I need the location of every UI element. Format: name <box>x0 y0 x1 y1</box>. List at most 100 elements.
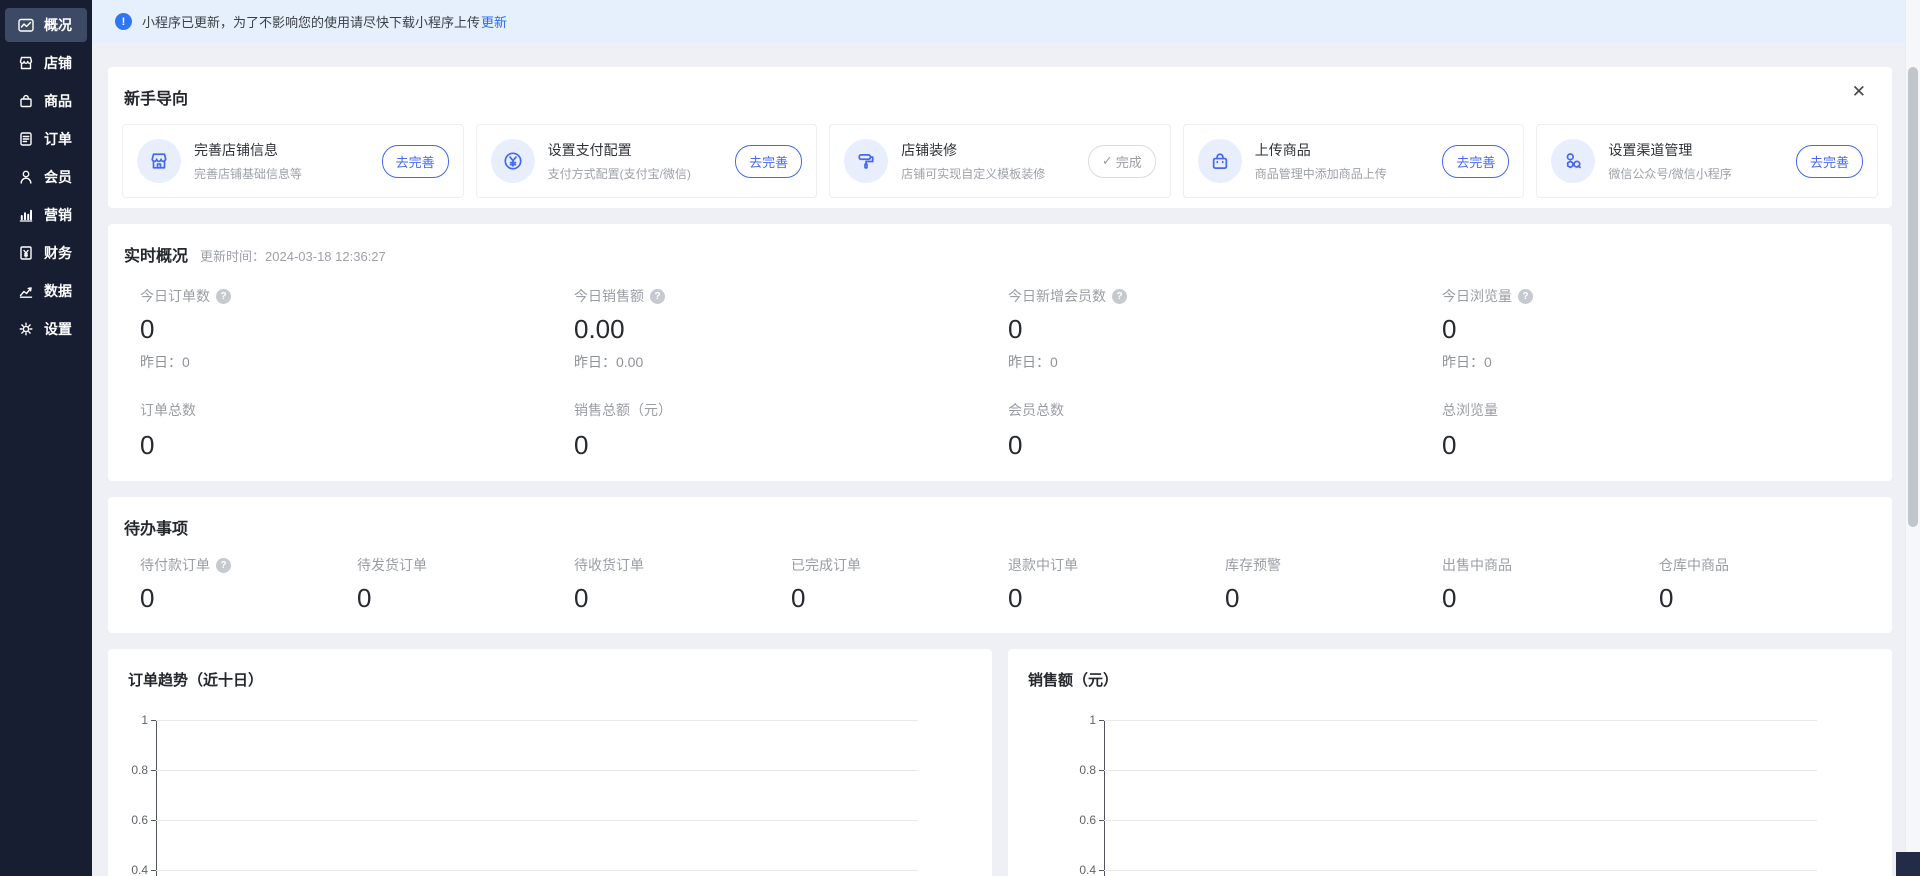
sidebar-item-overview[interactable]: 概况 <box>5 8 87 42</box>
update-time: 更新时间：2024-03-18 12:36:27 <box>200 246 386 265</box>
scrollbar-thumb[interactable] <box>1908 67 1918 527</box>
stat-total-sales: 销售总额（元） 0 <box>574 400 1008 460</box>
todo-value: 0 <box>1442 583 1659 613</box>
main-area: ! 小程序已更新，为了不影响您的使用请尽快下载小程序上传 更新 新手导向 ✕ 完… <box>92 0 1905 876</box>
guide-row: 完善店铺信息 完善店铺基础信息等 去完善 设置支付配置 支付方式配置(支付宝/微… <box>122 124 1878 198</box>
stat-total-views: 总浏览量 0 <box>1442 400 1876 460</box>
help-icon[interactable]: ? <box>1112 289 1127 304</box>
todo-item-stock-warning: 库存预警 0 <box>1225 555 1442 613</box>
sales-plot: 1 0.8 0.6 0.4 <box>1104 720 1817 876</box>
todo-item-refunding: 退款中订单 0 <box>1008 555 1225 613</box>
go-complete-button[interactable]: 去完善 <box>1442 145 1509 178</box>
stat-yesterday: 昨日：0.00 <box>574 352 1008 372</box>
sidebar-item-finance[interactable]: 财务 <box>5 236 87 270</box>
done-badge: ✓ 完成 <box>1088 145 1156 178</box>
realtime-title: 实时概况 <box>124 242 188 266</box>
goods-bag-icon <box>17 92 35 110</box>
todo-value: 0 <box>357 583 574 613</box>
content: 新手导向 ✕ 完善店铺信息 完善店铺基础信息等 去完善 <box>92 43 1905 876</box>
chart-title: 销售额（元） <box>1028 669 1872 690</box>
sidebar-item-label: 概况 <box>44 15 72 35</box>
close-icon[interactable]: ✕ <box>1852 83 1866 100</box>
guide-card-title: 完善店铺信息 <box>194 140 302 160</box>
sidebar-item-orders[interactable]: 订单 <box>5 122 87 156</box>
todo-value: 0 <box>791 583 1008 613</box>
order-trend-chart-card: 订单趋势（近十日） 1 0.8 0.6 0.4 <box>108 649 992 876</box>
guide-card-subtitle: 店铺可实现自定义模板装修 <box>901 165 1045 182</box>
todo-value: 0 <box>1659 583 1876 613</box>
chart-title: 订单趋势（近十日） <box>128 669 972 690</box>
data-trend-icon <box>17 282 35 300</box>
y-tick: 0.6 <box>116 813 148 827</box>
help-icon[interactable]: ? <box>1518 289 1533 304</box>
channels-icon <box>1551 139 1595 183</box>
guide-card-channels: 设置渠道管理 微信公众号/微信小程序 去完善 <box>1536 124 1878 198</box>
guide-card-text: 完善店铺信息 完善店铺基础信息等 <box>194 140 302 182</box>
stat-value: 0 <box>140 430 574 460</box>
yen-coin-icon <box>491 139 535 183</box>
stat-value: 0.00 <box>574 314 1008 344</box>
stat-value: 0 <box>574 430 1008 460</box>
help-icon[interactable]: ? <box>216 289 231 304</box>
sidebar-item-label: 财务 <box>44 243 72 263</box>
todo-grid: 待付款订单? 0 待发货订单 0 待收货订单 0 已完成订单 0 退款中订单 <box>124 555 1876 613</box>
todo-item-completed: 已完成订单 0 <box>791 555 1008 613</box>
order-list-icon <box>17 130 35 148</box>
y-tick: 0.8 <box>116 763 148 777</box>
stat-today-orders: 今日订单数? 0 昨日：0 <box>140 286 574 372</box>
sidebar-item-label: 商品 <box>44 91 72 111</box>
guide-card-title: 设置支付配置 <box>548 140 691 160</box>
guide-card-subtitle: 微信公众号/微信小程序 <box>1608 165 1731 182</box>
update-time-value: 2024-03-18 12:36:27 <box>265 249 386 264</box>
stat-value: 0 <box>1008 430 1442 460</box>
corner-floating-button[interactable] <box>1896 852 1920 876</box>
guide-card-title: 上传商品 <box>1255 140 1387 160</box>
guide-card-text: 上传商品 商品管理中添加商品上传 <box>1255 140 1387 182</box>
go-complete-button[interactable]: 去完善 <box>382 145 449 178</box>
guide-card-subtitle: 商品管理中添加商品上传 <box>1255 165 1387 182</box>
update-notice-bar: ! 小程序已更新，为了不影响您的使用请尽快下载小程序上传 更新 <box>92 0 1905 43</box>
gear-icon <box>17 320 35 338</box>
y-tick: 0.8 <box>1064 763 1096 777</box>
todo-item-to-ship: 待发货订单 0 <box>357 555 574 613</box>
sidebar-item-marketing[interactable]: 营销 <box>5 198 87 232</box>
sidebar: 概况 店铺 商品 订单 会员 营销 财务 <box>0 0 92 876</box>
sidebar-item-shop[interactable]: 店铺 <box>5 46 87 80</box>
info-icon: ! <box>115 13 132 30</box>
stat-total-members: 会员总数 0 <box>1008 400 1442 460</box>
sidebar-item-label: 店铺 <box>44 53 72 73</box>
go-complete-button[interactable]: 去完善 <box>735 145 802 178</box>
paint-roller-icon <box>844 139 888 183</box>
sidebar-item-members[interactable]: 会员 <box>5 160 87 194</box>
stat-value: 0 <box>140 314 574 344</box>
marketing-bars-icon <box>17 206 35 224</box>
go-complete-button[interactable]: 去完善 <box>1796 145 1863 178</box>
storefront-icon <box>137 139 181 183</box>
todo-value: 0 <box>1225 583 1442 613</box>
sidebar-item-settings[interactable]: 设置 <box>5 312 87 346</box>
sidebar-item-goods[interactable]: 商品 <box>5 84 87 118</box>
todo-item-unpaid: 待付款订单? 0 <box>140 555 357 613</box>
y-tick: 1 <box>116 713 148 727</box>
guide-card-upload-goods: 上传商品 商品管理中添加商品上传 去完善 <box>1183 124 1525 198</box>
stat-value: 0 <box>1442 314 1876 344</box>
stat-yesterday: 昨日：0 <box>140 352 574 372</box>
guide-card-text: 设置渠道管理 微信公众号/微信小程序 <box>1608 140 1731 182</box>
todo-value: 0 <box>574 583 791 613</box>
stat-value: 0 <box>1008 314 1442 344</box>
shopping-bag-icon <box>1198 139 1242 183</box>
sales-chart-card: 销售额（元） 1 0.8 0.6 0.4 <box>1008 649 1892 876</box>
stat-label: 今日浏览量 <box>1442 286 1512 306</box>
vertical-scrollbar <box>1905 0 1920 876</box>
sidebar-item-data[interactable]: 数据 <box>5 274 87 308</box>
check-icon: ✓ <box>1102 153 1113 169</box>
realtime-totals-row: 订单总数 0 销售总额（元） 0 会员总数 0 总浏览量 0 <box>124 400 1876 460</box>
help-icon[interactable]: ? <box>650 289 665 304</box>
guide-card-title: 设置渠道管理 <box>1608 140 1731 160</box>
update-link[interactable]: 更新 <box>481 12 507 31</box>
help-icon[interactable]: ? <box>216 558 231 573</box>
guide-card-shop-info: 完善店铺信息 完善店铺基础信息等 去完善 <box>122 124 464 198</box>
todo-title: 待办事项 <box>124 515 1876 539</box>
guide-card-decoration: 店铺装修 店铺可实现自定义模板装修 ✓ 完成 <box>829 124 1171 198</box>
finance-ledger-icon <box>17 244 35 262</box>
